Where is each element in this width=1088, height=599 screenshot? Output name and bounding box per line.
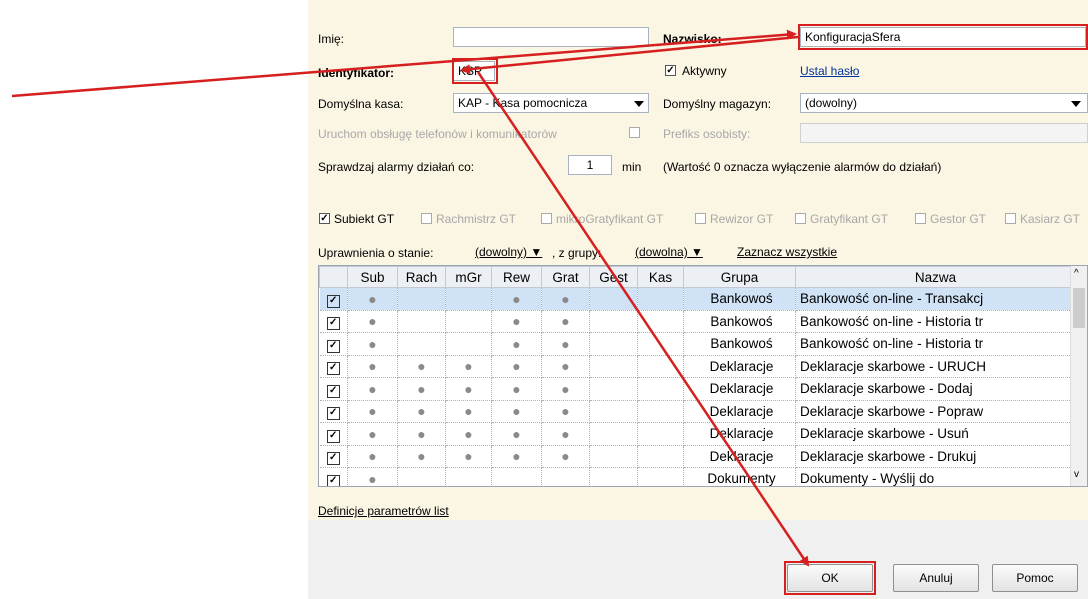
arrow-to-ok: [476, 71, 810, 567]
arrow-to-nazwisko: [11, 29, 797, 98]
arrow-to-identyfikator: [460, 35, 799, 75]
annotation-arrows: [11, 29, 810, 567]
